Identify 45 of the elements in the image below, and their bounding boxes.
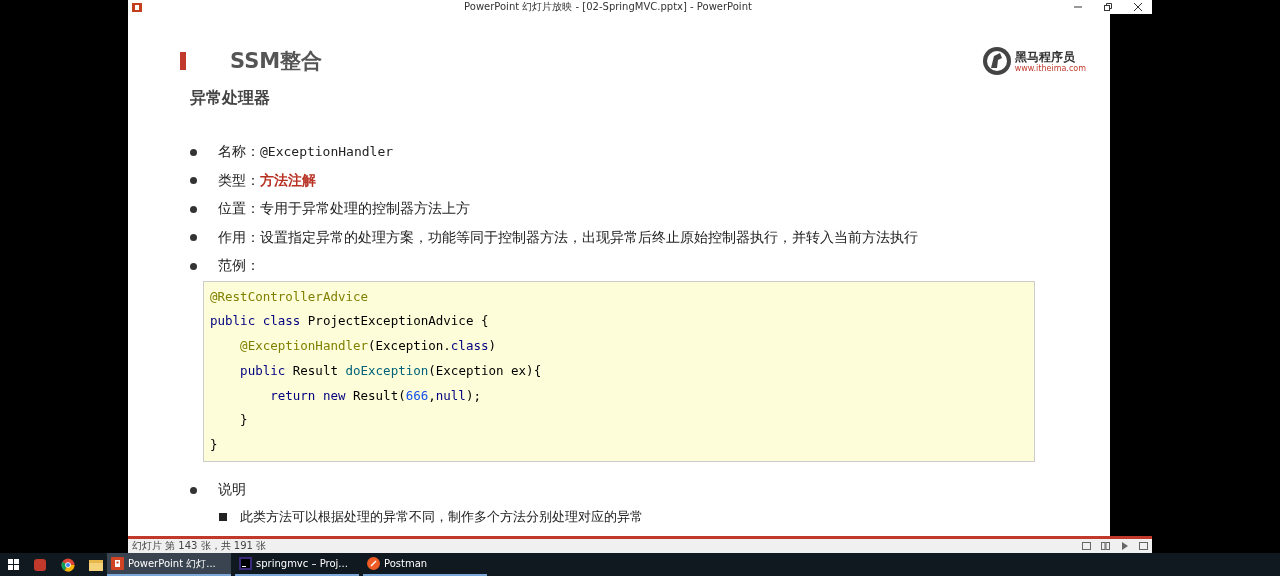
zoom-fit-icon[interactable]: [1139, 542, 1148, 550]
sub-bullet-icon: [219, 512, 227, 521]
taskbar-button[interactable]: Postman: [363, 553, 487, 576]
restore-icon[interactable]: [1104, 3, 1112, 11]
bullet-text: 作用：设置指定异常的处理方案，功能等同于控制器方法，出现异常后终止原始控制器执行，并转入当前方法执行: [218, 228, 918, 247]
bullet-text: 范例：: [218, 257, 260, 276]
bullet-text: 位置：专用于异常处理的控制器方法上方: [218, 200, 470, 219]
minimize-icon[interactable]: [1074, 3, 1082, 11]
logo-name: 黑马程序员: [1014, 49, 1076, 64]
logo-url: www.itheima.com: [1014, 63, 1086, 73]
code-line: }: [210, 436, 219, 455]
title-marker: [180, 52, 186, 70]
bullet-icon: [190, 234, 197, 242]
window-title: PowerPoint 幻灯片放映 - [02-SpringMVC.pptx] - PowerPoint: [463, 0, 753, 14]
code-line: public class ProjectExceptionAdvice {: [210, 312, 490, 331]
view-icon[interactable]: [1082, 542, 1091, 550]
close-icon[interactable]: [1134, 3, 1142, 11]
code-line: @RestControllerAdvice: [210, 287, 370, 306]
postman-icon: [367, 557, 380, 570]
taskbar-button[interactable]: PowerPoint 幻灯...: [107, 553, 231, 576]
code-line: return new Result(666,null);: [269, 386, 482, 405]
folder-icon[interactable]: [89, 558, 103, 571]
slide-title: SSM整合: [230, 48, 323, 75]
code-line: public Result doException(Exception ex){: [239, 361, 543, 380]
bullet-icon: [190, 148, 197, 156]
ide-icon: [239, 557, 252, 570]
code-line: @ExceptionHandler(Exception.class): [239, 337, 497, 356]
sub-bullet-text: 此类方法可以根据处理的异常不同，制作多个方法分别处理对应的异常: [240, 507, 643, 526]
view-icon[interactable]: [1101, 542, 1110, 550]
code-line: }: [239, 411, 249, 430]
app-icon[interactable]: [33, 557, 47, 572]
bullet-icon: [190, 486, 197, 494]
windows-start-icon[interactable]: [8, 559, 19, 570]
bullet-text: 名称：@ExceptionHandler: [218, 143, 394, 162]
chrome-icon[interactable]: [61, 557, 75, 572]
play-icon[interactable]: [1120, 542, 1129, 550]
bullet-text: 类型：方法注解: [218, 171, 316, 190]
powerpoint-icon: [111, 557, 124, 570]
slide-subtitle: 异常处理器: [190, 88, 271, 109]
slide-counter: 幻灯片 第 143 张，共 191 张: [132, 539, 267, 553]
bullet-icon: [190, 205, 197, 213]
bullet-text: 说明: [218, 481, 246, 500]
bullet-icon: [190, 177, 197, 185]
taskbar-button[interactable]: springmvc – Proj...: [235, 553, 359, 576]
bullet-icon: [190, 262, 197, 270]
